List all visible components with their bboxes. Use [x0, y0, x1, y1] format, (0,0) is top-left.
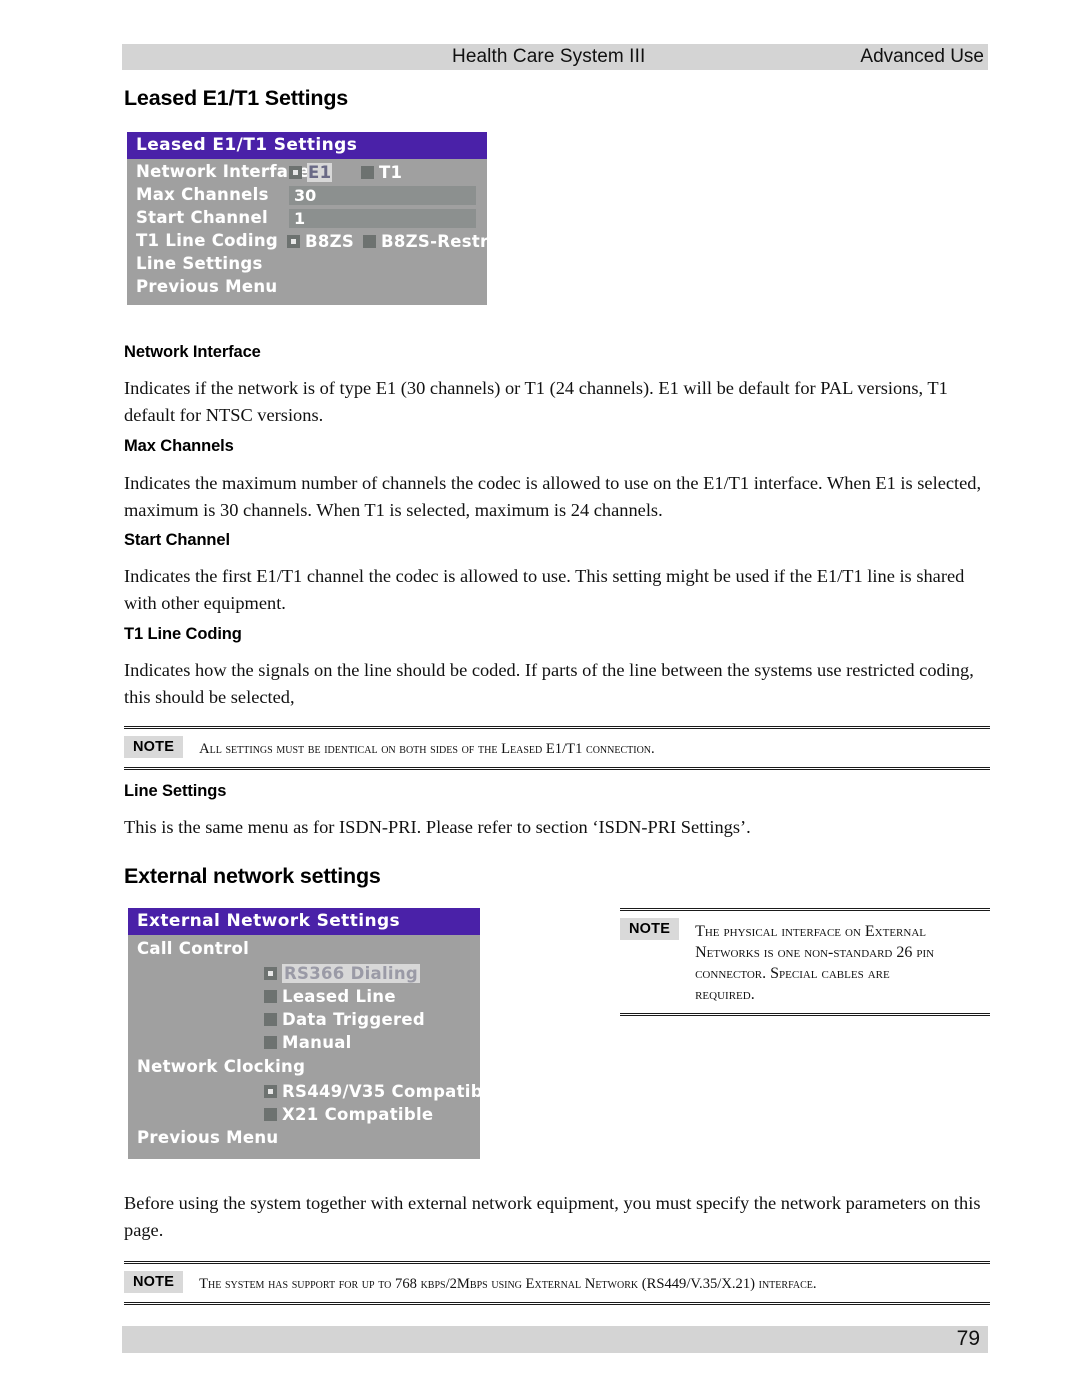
row-network-clocking-option: RS449/V35 Compatible — [128, 1081, 500, 1104]
radio-label-e1: E1 — [307, 163, 333, 182]
radio-call-control-rs366-dialing[interactable]: RS366 Dialing — [264, 964, 421, 983]
header-section-name: Advanced Use — [860, 46, 984, 67]
radio-label-rs449-v35-compatible: RS449/V35 Compatible — [282, 1082, 501, 1101]
input-start-channel[interactable]: 1 — [289, 209, 476, 228]
note-text-2: The physical interface on External Netwo… — [695, 923, 935, 1003]
device-screen-external-network: External Network Settings Call Control R… — [128, 908, 500, 1159]
document-page: Health Care System III Advanced Use Leas… — [0, 0, 1080, 1397]
heading-max-channels: Max Channels — [124, 437, 234, 455]
radio-dot-icon — [264, 1085, 277, 1098]
radio-network-interface-t1[interactable]: T1 — [361, 163, 402, 182]
radio-network-clocking-x21[interactable]: X21 Compatible — [264, 1105, 433, 1124]
panel-body-leased-e1t1: Network Interface E1 T1 Max Channels 30 … — [127, 159, 512, 305]
row-call-control-option: RS366 Dialing — [128, 963, 480, 986]
panel-title-external-network: External Network Settings — [128, 908, 480, 935]
page-footer: 79 — [122, 1326, 988, 1353]
body-external-intro: Before using the system together with ex… — [124, 1193, 981, 1240]
device-screen-leased-e1t1: Leased E1/T1 Settings Network Interface … — [127, 132, 512, 305]
row-previous-menu[interactable]: Previous Menu — [127, 276, 487, 299]
radio-label-b8zs-restrict: B8ZS-Restrict — [381, 232, 513, 251]
body-max-channels: Indicates the maximum number of channels… — [124, 473, 982, 520]
label-t1-line-coding: T1 Line Coding — [136, 231, 279, 250]
radio-dot-icon — [264, 1013, 277, 1026]
radio-label-b8zs: B8ZS — [305, 232, 355, 251]
row-call-control: Call Control — [128, 937, 480, 963]
note-tag: NOTE — [124, 736, 184, 758]
label-start-channel: Start Channel — [136, 208, 268, 227]
note-text-3: The system has support for up to 768 kbp… — [199, 1276, 817, 1292]
heading-t1-line-coding: T1 Line Coding — [124, 625, 242, 643]
row-network-interface: Network Interface E1 T1 — [127, 161, 487, 184]
heading-network-interface: Network Interface — [124, 343, 261, 361]
radio-call-control-manual[interactable]: Manual — [264, 1033, 352, 1052]
note-block-2: NOTE The physical interface on External … — [620, 908, 990, 1016]
radio-label-x21-compatible: X21 Compatible — [282, 1105, 434, 1124]
label-network-clocking: Network Clocking — [137, 1057, 306, 1076]
note-tag: NOTE — [124, 1271, 184, 1293]
radio-t1-line-coding-b8zs-restrict[interactable]: B8ZS-Restrict — [363, 232, 513, 251]
note-tag: NOTE — [620, 918, 680, 940]
row-call-control-option: Manual — [128, 1032, 480, 1055]
radio-dot-icon — [264, 1036, 277, 1049]
menu-item-previous-menu[interactable]: Previous Menu — [136, 277, 277, 296]
label-max-channels: Max Channels — [136, 185, 269, 204]
radio-label-rs366-dialing: RS366 Dialing — [282, 964, 421, 983]
row-previous-menu[interactable]: Previous Menu — [128, 1127, 480, 1151]
radio-call-control-data-triggered[interactable]: Data Triggered — [264, 1010, 425, 1029]
radio-label-leased-line: Leased Line — [282, 987, 396, 1006]
radio-network-interface-e1[interactable]: E1 — [289, 163, 333, 182]
radio-dot-icon — [287, 235, 300, 248]
input-max-channels[interactable]: 30 — [289, 186, 476, 205]
row-call-control-option: Data Triggered — [128, 1009, 480, 1032]
radio-network-clocking-rs449-v35[interactable]: RS449/V35 Compatible — [264, 1082, 500, 1101]
note-text-1: All settings must be identical on both s… — [199, 741, 655, 757]
radio-label-manual: Manual — [282, 1033, 352, 1052]
radio-dot-icon — [361, 166, 374, 179]
panel-body-external-network: Call Control RS366 Dialing Leased Line D… — [128, 935, 500, 1159]
radio-dot-icon — [264, 1108, 277, 1121]
radio-t1-line-coding-b8zs[interactable]: B8ZS — [287, 232, 354, 251]
label-call-control: Call Control — [137, 939, 250, 958]
radio-dot-icon — [363, 235, 376, 248]
row-network-clocking: Network Clocking — [128, 1055, 480, 1081]
radio-label-data-triggered: Data Triggered — [282, 1010, 425, 1029]
body-network-interface: Indicates if the network is of type E1 (… — [124, 378, 948, 425]
heading-start-channel: Start Channel — [124, 531, 230, 549]
running-header: Health Care System III Advanced Use — [122, 44, 988, 70]
body-start-channel: Indicates the first E1/T1 channel the co… — [124, 566, 965, 613]
panel-title-leased-e1t1: Leased E1/T1 Settings — [127, 132, 487, 159]
body-line-settings: This is the same menu as for ISDN-PRI. P… — [124, 817, 751, 837]
menu-item-previous-menu[interactable]: Previous Menu — [137, 1128, 278, 1147]
row-call-control-option: Leased Line — [128, 986, 480, 1009]
label-network-interface: Network Interface — [136, 162, 310, 181]
radio-dot-icon — [264, 967, 277, 980]
row-t1-line-coding: T1 Line Coding B8ZS B8ZS-Restrict — [127, 230, 512, 253]
page-title-external-network: External network settings — [124, 864, 381, 888]
menu-item-line-settings[interactable]: Line Settings — [136, 254, 263, 273]
row-max-channels: Max Channels 30 — [127, 184, 487, 207]
radio-label-t1: T1 — [379, 163, 403, 182]
header-document-title: Health Care System III — [452, 46, 646, 67]
row-line-settings[interactable]: Line Settings — [127, 253, 487, 276]
page-number: 79 — [956, 1327, 980, 1350]
row-network-clocking-option: X21 Compatible — [128, 1104, 480, 1127]
heading-line-settings: Line Settings — [124, 782, 227, 800]
radio-dot-icon — [264, 990, 277, 1003]
radio-dot-icon — [289, 166, 302, 179]
body-t1-line-coding: Indicates how the signals on the line sh… — [124, 660, 974, 707]
radio-call-control-leased-line[interactable]: Leased Line — [264, 987, 396, 1006]
note-block-3: NOTE The system has support for up to 76… — [124, 1261, 990, 1305]
page-title-leased-e1t1: Leased E1/T1 Settings — [124, 86, 349, 110]
row-start-channel: Start Channel 1 — [127, 207, 487, 230]
note-block-1: NOTE All settings must be identical on b… — [124, 726, 990, 770]
